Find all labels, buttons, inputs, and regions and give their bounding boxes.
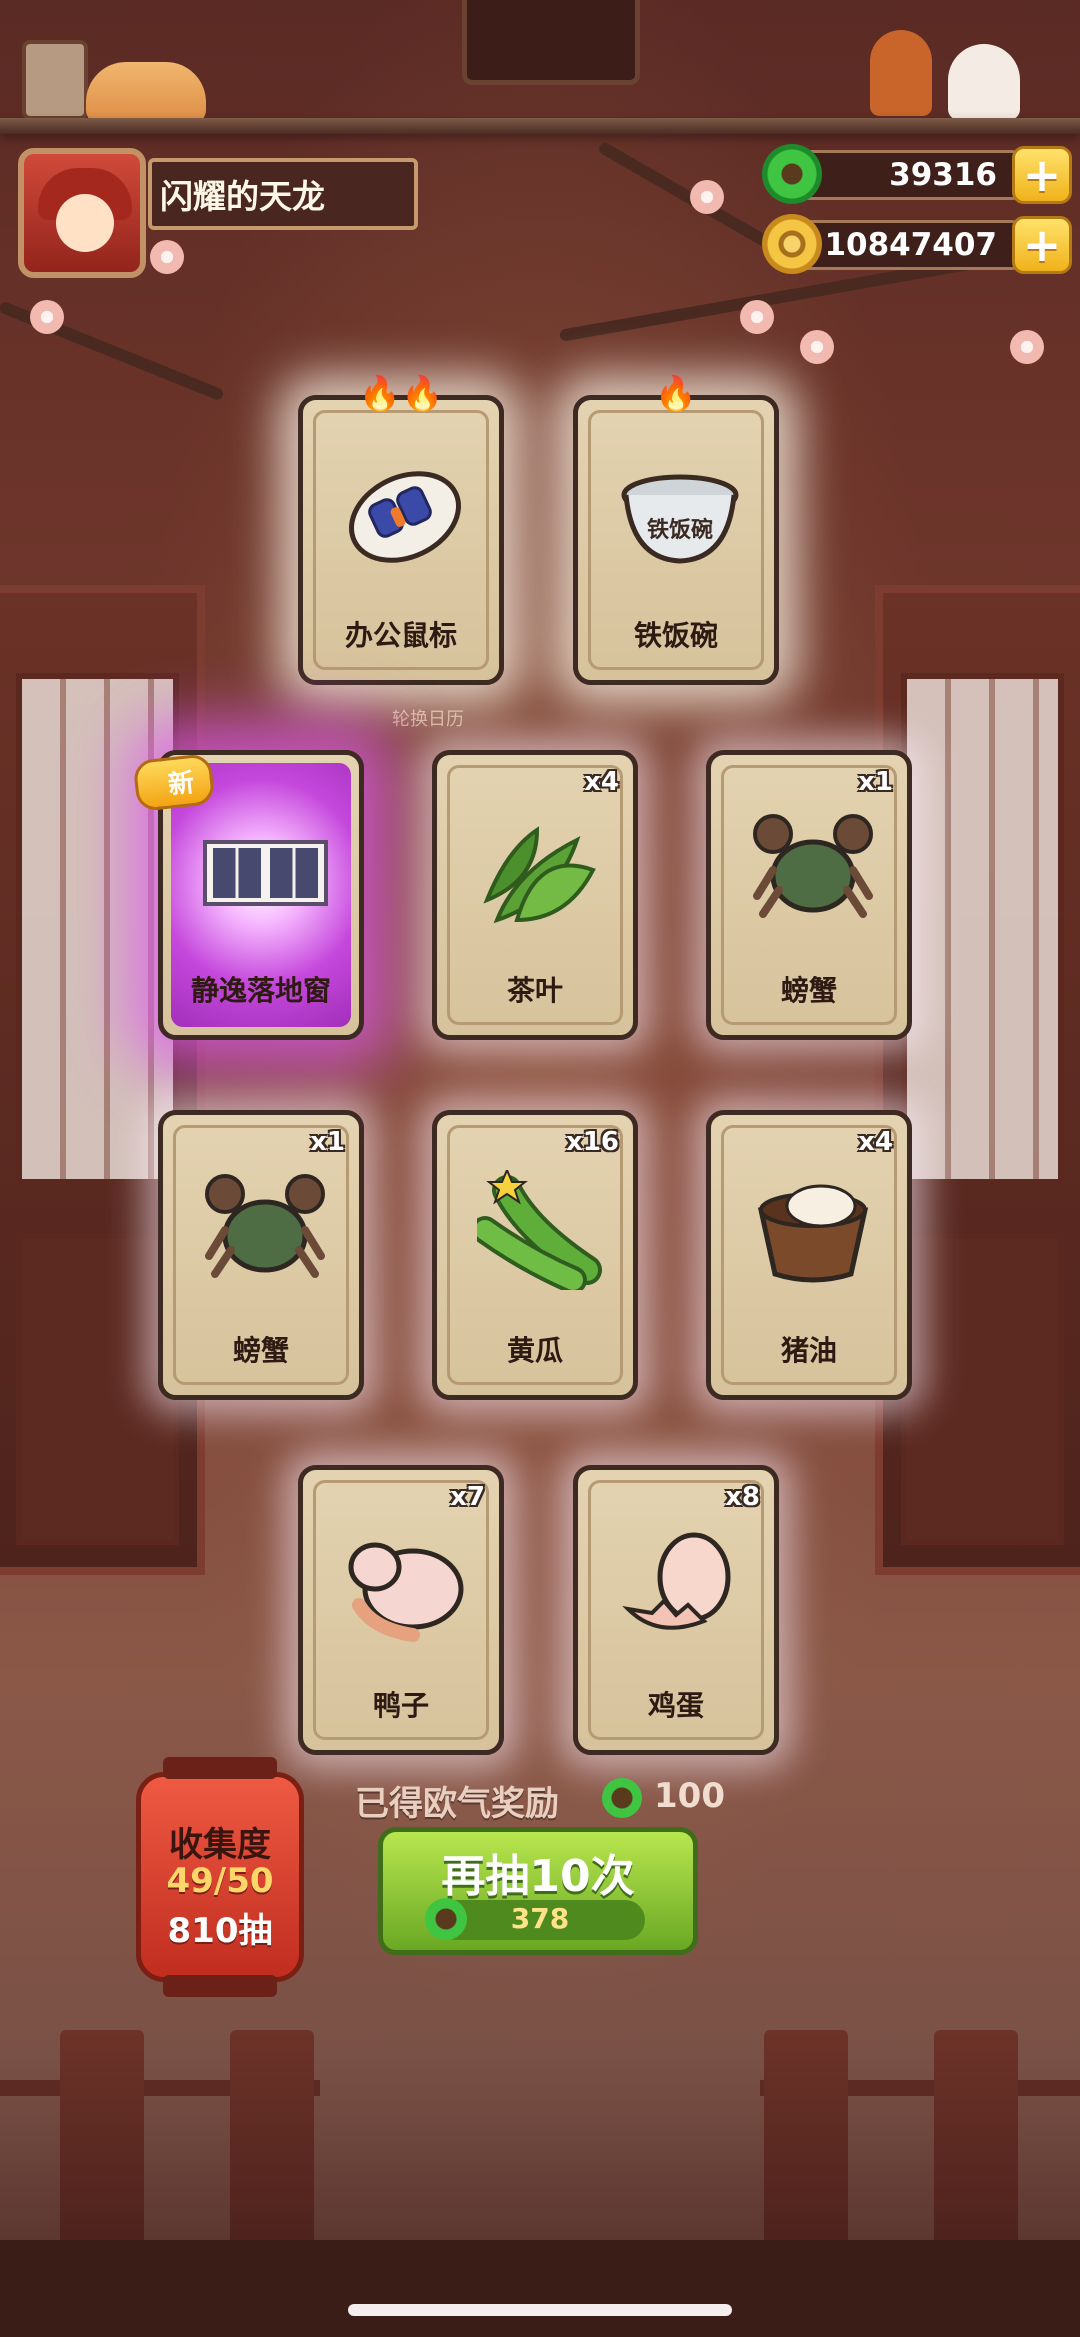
top-shelf [0,118,1080,134]
add-jade-button[interactable]: + [1012,146,1072,204]
reward-card-duck[interactable]: x7 鸭子 [298,1465,504,1755]
card-quantity: x1 [858,767,893,797]
white-cat-decoration [948,44,1020,120]
jade-coin-icon [762,144,822,204]
blossom-icon [30,300,64,334]
right-door-decoration [875,585,1080,1575]
card-name: 茶叶 [506,974,563,1007]
blossom-icon [150,240,184,274]
reward-card-cucumber[interactable]: x16 黄瓜 [432,1110,638,1400]
reward-card-iron-bowl[interactable]: 🔥 铁饭碗 铁饭碗 [573,374,779,685]
reward-card-office-mouse[interactable]: 🔥🔥 办公鼠标 [298,374,504,685]
gold-coin-icon [762,214,822,274]
collection-progress: 49/50 [166,1861,274,1901]
reward-card-crab[interactable]: x1 螃蟹 [158,1110,364,1400]
fire-icon: 🔥 [654,374,698,414]
reward-card-lard[interactable]: x4 猪油 [706,1110,912,1400]
collection-lantern[interactable]: 收集度 49/50 810抽 [136,1757,304,1997]
jade-amount: 39316 [889,157,997,193]
card-quantity: x8 [725,1482,760,1512]
shelf-scroll-decoration [22,40,88,120]
home-indicator[interactable] [348,2304,732,2316]
blossom-icon [690,180,724,214]
add-gold-button[interactable]: + [1012,216,1072,274]
floor [0,2240,1080,2337]
character-figure-decoration [870,30,932,116]
card-name: 鸡蛋 [647,1689,704,1722]
cucumber-icon [477,1170,602,1290]
card-name: 办公鼠标 [344,619,457,652]
card-name: 猪油 [780,1334,837,1367]
card-quantity: x16 [566,1127,619,1157]
left-door-decoration [0,585,205,1575]
crab-icon [205,1174,325,1278]
card-name: 螃蟹 [780,974,837,1007]
tea-leaf-icon [483,826,596,924]
blossom-icon [740,300,774,334]
card-name: 静逸落地窗 [190,974,331,1007]
card-quantity: x4 [584,767,619,797]
reward-card-crab[interactable]: x1 螃蟹 [706,750,912,1040]
crab-icon [753,814,873,918]
new-badge: 新 [132,753,216,812]
jade-coin-icon [602,1778,642,1818]
sleeping-cat-decoration [86,62,206,124]
reward-card-floor-window[interactable]: 新 静逸落地窗 [132,750,364,1040]
blossom-icon [800,330,834,364]
railing-post [230,2030,314,2260]
lard-icon [757,1184,869,1283]
blossom-icon [1010,330,1044,364]
card-quantity: x7 [450,1482,485,1512]
draw-cost-value: 378 [510,1902,570,1935]
railing-post [764,2030,848,2260]
draw-ten-again-button[interactable]: 再抽10次 378 [378,1827,698,1955]
window-icon [203,840,328,906]
collection-title: 收集度 [169,1825,271,1865]
lucky-reward-label: 已得欧气奖励 [355,1784,559,1824]
railing-post [60,2030,144,2260]
player-avatar[interactable] [18,148,146,278]
reward-card-tea[interactable]: x4 茶叶 [432,750,638,1040]
jade-currency: 39316 + [762,144,1072,204]
reward-card-egg[interactable]: x8 鸡蛋 [573,1465,779,1755]
draw-button-label: 再抽10次 [441,1851,635,1902]
egg-icon [622,1532,731,1630]
card-name: 铁饭碗 [633,619,718,652]
mouse-icon [349,471,461,563]
player-name-box: 闪耀的天龙 [148,158,418,230]
card-name: 螃蟹 [232,1334,289,1367]
card-name: 黄瓜 [506,1334,563,1367]
lucky-reward-value: 100 [654,1776,725,1816]
svg-text:铁饭碗: 铁饭碗 [647,517,713,543]
iron-bowl-icon: 铁饭碗 [621,474,739,564]
railing-post [934,2030,1018,2260]
calendar-label: 轮换日历 [392,709,464,730]
duck-icon [348,1542,464,1642]
card-quantity: x4 [858,1127,893,1157]
collection-draw-count: 810抽 [167,1911,273,1951]
fire-icon: 🔥🔥 [358,374,444,414]
player-name: 闪耀的天龙 [160,177,325,216]
draw-cost: 378 [425,1898,645,1940]
top-hanging-frame [462,0,640,85]
gold-amount: 10847407 [824,227,997,263]
card-quantity: x1 [310,1127,345,1157]
card-name: 鸭子 [372,1689,429,1722]
gold-currency: 10847407 + [762,214,1072,274]
